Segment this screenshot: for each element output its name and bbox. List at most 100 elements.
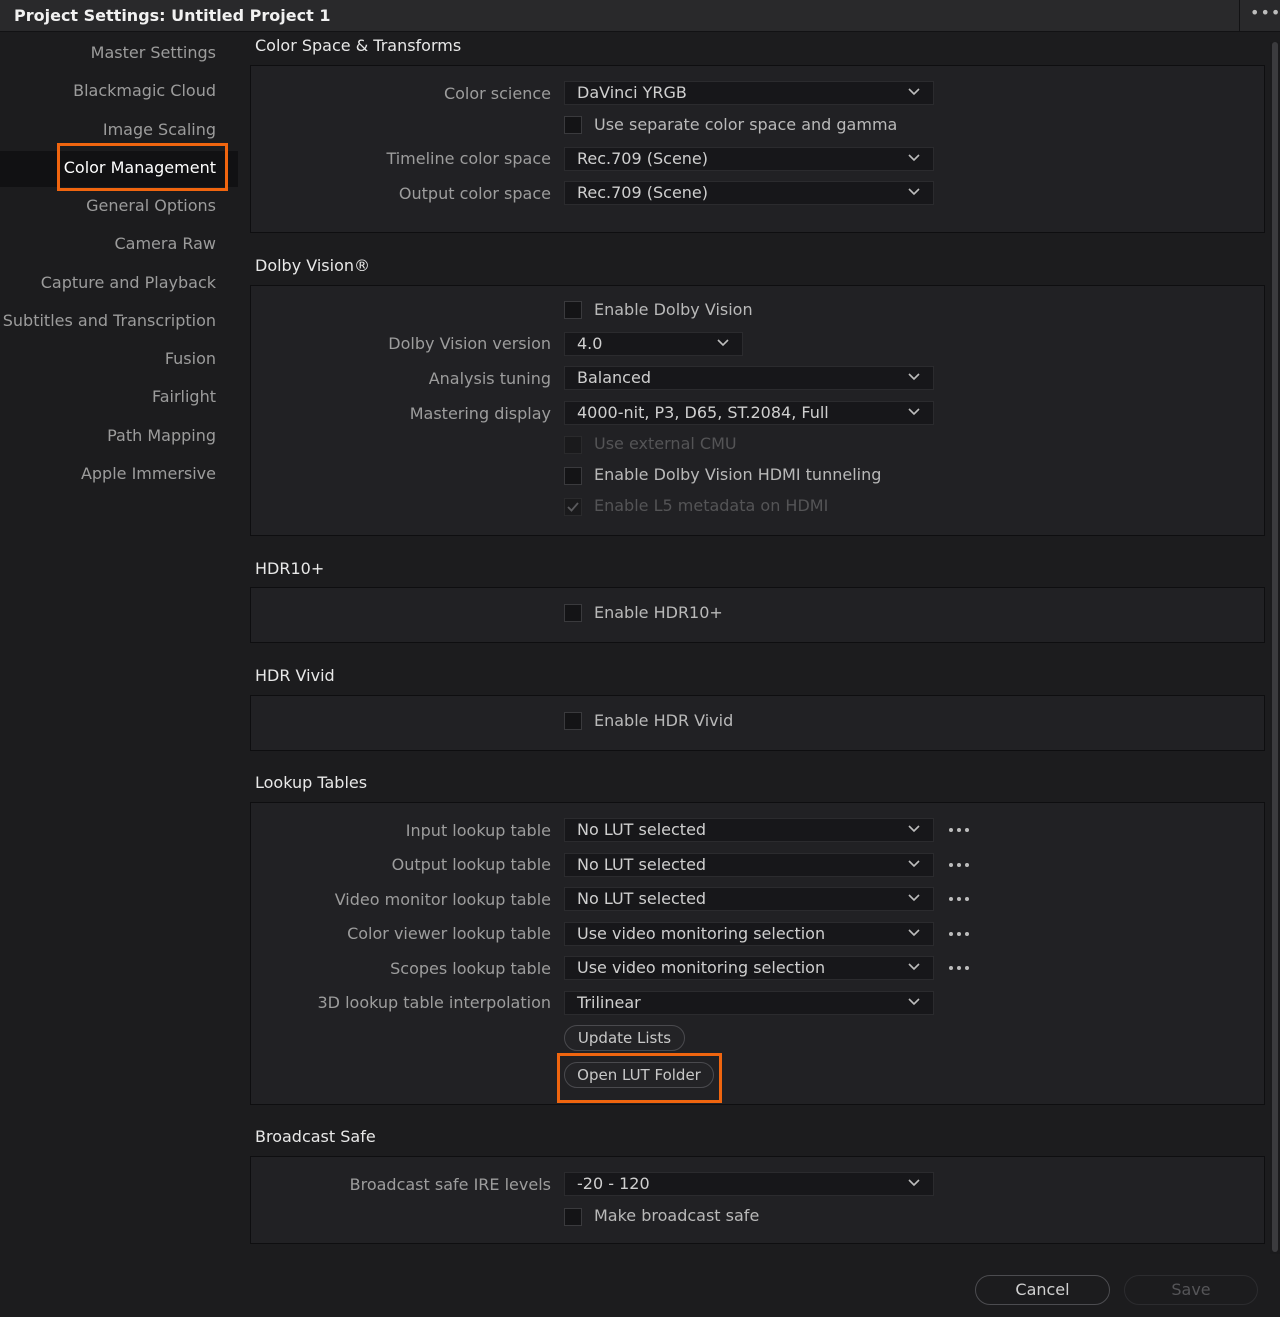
chevron-down-icon bbox=[908, 860, 920, 868]
analysis-tuning-label: Analysis tuning bbox=[428, 369, 551, 388]
dolby-version-label: Dolby Vision version bbox=[388, 334, 551, 353]
sidebar-item-fairlight[interactable]: Fairlight bbox=[152, 379, 216, 415]
chevron-down-icon bbox=[717, 339, 729, 347]
title-bar: Project Settings: Untitled Project 1 ••• bbox=[0, 0, 1280, 32]
l5-metadata-label: Enable L5 metadata on HDMI bbox=[594, 496, 829, 515]
sidebar-item-path-mapping[interactable]: Path Mapping bbox=[107, 418, 216, 454]
sidebar-item-general-options[interactable]: General Options bbox=[86, 188, 216, 224]
lut-interpolation-label: 3D lookup table interpolation bbox=[317, 993, 552, 1012]
color-viewer-lut-dropdown[interactable]: Use video monitoring selection bbox=[564, 922, 934, 946]
l5-metadata-checkbox bbox=[564, 498, 582, 516]
section-title-color-space: Color Space & Transforms bbox=[255, 36, 462, 55]
chevron-down-icon bbox=[908, 408, 920, 416]
separate-gamma-checkbox[interactable] bbox=[564, 116, 582, 134]
more-horizontal-icon[interactable] bbox=[948, 827, 972, 833]
mastering-display-label: Mastering display bbox=[409, 404, 551, 423]
section-title-hdr10: HDR10+ bbox=[255, 559, 325, 578]
input-lut-label: Input lookup table bbox=[405, 821, 551, 840]
dolby-version-value: 4.0 bbox=[577, 334, 603, 353]
panel-hdr-vivid bbox=[250, 695, 1265, 751]
scopes-lut-label: Scopes lookup table bbox=[390, 959, 551, 978]
title-divider bbox=[1239, 0, 1240, 32]
scrollbar-thumb[interactable] bbox=[1272, 42, 1278, 1252]
section-title-dolby-vision: Dolby Vision® bbox=[255, 256, 371, 275]
sidebar-item-blackmagic-cloud[interactable]: Blackmagic Cloud bbox=[73, 73, 216, 109]
analysis-tuning-dropdown[interactable]: Balanced bbox=[564, 366, 934, 390]
input-lut-dropdown[interactable]: No LUT selected bbox=[564, 818, 934, 842]
sidebar-item-camera-raw[interactable]: Camera Raw bbox=[114, 226, 216, 262]
chevron-down-icon bbox=[908, 929, 920, 937]
more-horizontal-icon[interactable] bbox=[948, 862, 972, 868]
panel-lookup-tables bbox=[250, 802, 1265, 1105]
sidebar-item-apple-immersive[interactable]: Apple Immersive bbox=[81, 456, 216, 492]
chevron-down-icon bbox=[908, 998, 920, 1006]
timeline-color-space-value: Rec.709 (Scene) bbox=[577, 149, 709, 168]
video-monitor-lut-dropdown[interactable]: No LUT selected bbox=[564, 887, 934, 911]
chevron-down-icon bbox=[908, 154, 920, 162]
broadcast-ire-dropdown[interactable]: -20 - 120 bbox=[564, 1172, 934, 1196]
more-horizontal-icon[interactable] bbox=[948, 931, 972, 937]
color-viewer-lut-label: Color viewer lookup table bbox=[347, 924, 551, 943]
enable-hdr-vivid-checkbox[interactable] bbox=[564, 712, 582, 730]
vertical-scrollbar[interactable] bbox=[1270, 42, 1280, 1254]
enable-hdr10-label: Enable HDR10+ bbox=[594, 603, 723, 622]
make-broadcast-safe-label: Make broadcast safe bbox=[594, 1206, 760, 1225]
sidebar-item-master-settings[interactable]: Master Settings bbox=[91, 35, 216, 71]
input-lut-value: No LUT selected bbox=[577, 820, 707, 839]
hdmi-tunneling-label: Enable Dolby Vision HDMI tunneling bbox=[594, 465, 882, 484]
external-cmu-checkbox bbox=[564, 436, 582, 454]
panel-broadcast-safe bbox=[250, 1156, 1265, 1244]
output-color-space-label: Output color space bbox=[398, 184, 551, 203]
chevron-down-icon bbox=[908, 894, 920, 902]
section-title-lookup-tables: Lookup Tables bbox=[255, 773, 368, 792]
sidebar-item-subtitles[interactable]: Subtitles and Transcription bbox=[3, 303, 216, 339]
output-color-space-value: Rec.709 (Scene) bbox=[577, 183, 709, 202]
enable-dolby-vision-label: Enable Dolby Vision bbox=[594, 300, 753, 319]
hdmi-tunneling-checkbox[interactable] bbox=[564, 467, 582, 485]
chevron-down-icon bbox=[908, 825, 920, 833]
enable-dolby-vision-checkbox[interactable] bbox=[564, 301, 582, 319]
timeline-color-space-label: Timeline color space bbox=[386, 149, 551, 168]
chevron-down-icon bbox=[908, 1179, 920, 1187]
update-lists-button[interactable]: Update Lists bbox=[564, 1025, 685, 1051]
make-broadcast-safe-checkbox[interactable] bbox=[564, 1208, 582, 1226]
sidebar-item-fusion[interactable]: Fusion bbox=[165, 341, 216, 377]
save-button[interactable]: Save bbox=[1124, 1275, 1258, 1305]
lut-interpolation-value: Trilinear bbox=[577, 993, 641, 1012]
chevron-down-icon bbox=[908, 963, 920, 971]
section-title-broadcast-safe: Broadcast Safe bbox=[255, 1127, 376, 1146]
video-monitor-lut-label: Video monitor lookup table bbox=[334, 890, 551, 909]
panel-hdr10 bbox=[250, 587, 1265, 643]
chevron-down-icon bbox=[908, 88, 920, 96]
settings-sidebar: Master Settings Blackmagic Cloud Image S… bbox=[0, 33, 238, 1317]
mastering-display-dropdown[interactable]: 4000-nit, P3, D65, ST.2084, Full bbox=[564, 401, 934, 425]
broadcast-ire-label: Broadcast safe IRE levels bbox=[349, 1175, 551, 1194]
open-lut-folder-button[interactable]: Open LUT Folder bbox=[564, 1062, 714, 1088]
timeline-color-space-dropdown[interactable]: Rec.709 (Scene) bbox=[564, 147, 934, 171]
sidebar-item-capture-playback[interactable]: Capture and Playback bbox=[41, 265, 216, 301]
broadcast-ire-value: -20 - 120 bbox=[577, 1174, 650, 1193]
enable-hdr-vivid-label: Enable HDR Vivid bbox=[594, 711, 734, 730]
chevron-down-icon bbox=[908, 188, 920, 196]
chevron-down-icon bbox=[908, 373, 920, 381]
more-horizontal-icon[interactable]: ••• bbox=[1250, 3, 1280, 22]
color-science-label: Color science bbox=[443, 84, 551, 103]
lut-interpolation-dropdown[interactable]: Trilinear bbox=[564, 991, 934, 1015]
scopes-lut-dropdown[interactable]: Use video monitoring selection bbox=[564, 956, 934, 980]
video-monitor-lut-value: No LUT selected bbox=[577, 889, 707, 908]
output-color-space-dropdown[interactable]: Rec.709 (Scene) bbox=[564, 181, 934, 205]
sidebar-item-image-scaling[interactable]: Image Scaling bbox=[103, 112, 216, 148]
cancel-button[interactable]: Cancel bbox=[975, 1275, 1110, 1305]
color-viewer-lut-value: Use video monitoring selection bbox=[577, 924, 826, 943]
checkmark-icon bbox=[567, 502, 579, 512]
output-lut-dropdown[interactable]: No LUT selected bbox=[564, 853, 934, 877]
window-title: Project Settings: Untitled Project 1 bbox=[14, 6, 331, 25]
more-horizontal-icon[interactable] bbox=[948, 896, 972, 902]
dolby-version-dropdown[interactable]: 4.0 bbox=[564, 332, 743, 356]
color-science-dropdown[interactable]: DaVinci YRGB bbox=[564, 81, 934, 105]
more-horizontal-icon[interactable] bbox=[948, 965, 972, 971]
enable-hdr10-checkbox[interactable] bbox=[564, 604, 582, 622]
scopes-lut-value: Use video monitoring selection bbox=[577, 958, 826, 977]
color-science-value: DaVinci YRGB bbox=[577, 83, 687, 102]
sidebar-item-color-management[interactable]: Color Management bbox=[64, 150, 216, 186]
